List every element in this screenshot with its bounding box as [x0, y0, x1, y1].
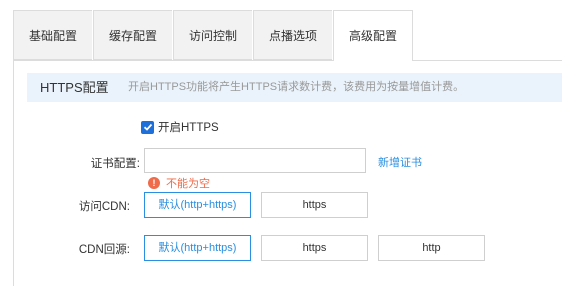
tab-cache-config[interactable]: 缓存配置 — [93, 10, 172, 60]
section-title: HTTPS配置 — [40, 80, 109, 95]
certificate-input[interactable] — [144, 148, 366, 173]
access-cdn-option-https[interactable]: https — [261, 192, 368, 218]
checkbox-checked-icon[interactable] — [141, 120, 154, 134]
certificate-error-text: 不能为空 — [166, 178, 210, 190]
https-toggle-label: 开启HTTPS — [158, 122, 219, 134]
tab-advanced-config[interactable]: 高级配置 — [333, 10, 413, 61]
tab-vod-options[interactable]: 点播选项 — [253, 10, 332, 60]
https-toggle[interactable]: 开启HTTPS — [141, 119, 219, 135]
cdn-origin-label: CDN回源: — [78, 244, 130, 256]
access-cdn-option-default[interactable]: 默认(http+https) — [144, 192, 251, 218]
tab-divider — [13, 60, 333, 61]
certificate-label: 证书配置: — [90, 158, 140, 170]
cdn-origin-option-default[interactable]: 默认(http+https) — [144, 235, 251, 261]
https-section-header: HTTPS配置 开启HTTPS功能将产生HTTPS请求数计费，该费用为按量增值计… — [27, 73, 562, 102]
warning-icon: ! — [148, 177, 160, 189]
section-description: 开启HTTPS功能将产生HTTPS请求数计费，该费用为按量增值计费。 — [128, 81, 465, 93]
tab-bar: 基础配置 缓存配置 访问控制 点播选项 高级配置 — [13, 10, 562, 61]
access-cdn-label: 访问CDN: — [78, 201, 130, 213]
tab-basic-config[interactable]: 基础配置 — [13, 10, 92, 60]
tab-access-control[interactable]: 访问控制 — [173, 10, 252, 60]
add-certificate-link[interactable]: 新增证书 — [378, 154, 422, 170]
cdn-origin-option-http[interactable]: http — [378, 235, 485, 261]
tab-divider-right — [413, 60, 562, 61]
cdn-origin-option-https[interactable]: https — [261, 235, 368, 261]
certificate-error: ! 不能为空 — [148, 175, 210, 191]
